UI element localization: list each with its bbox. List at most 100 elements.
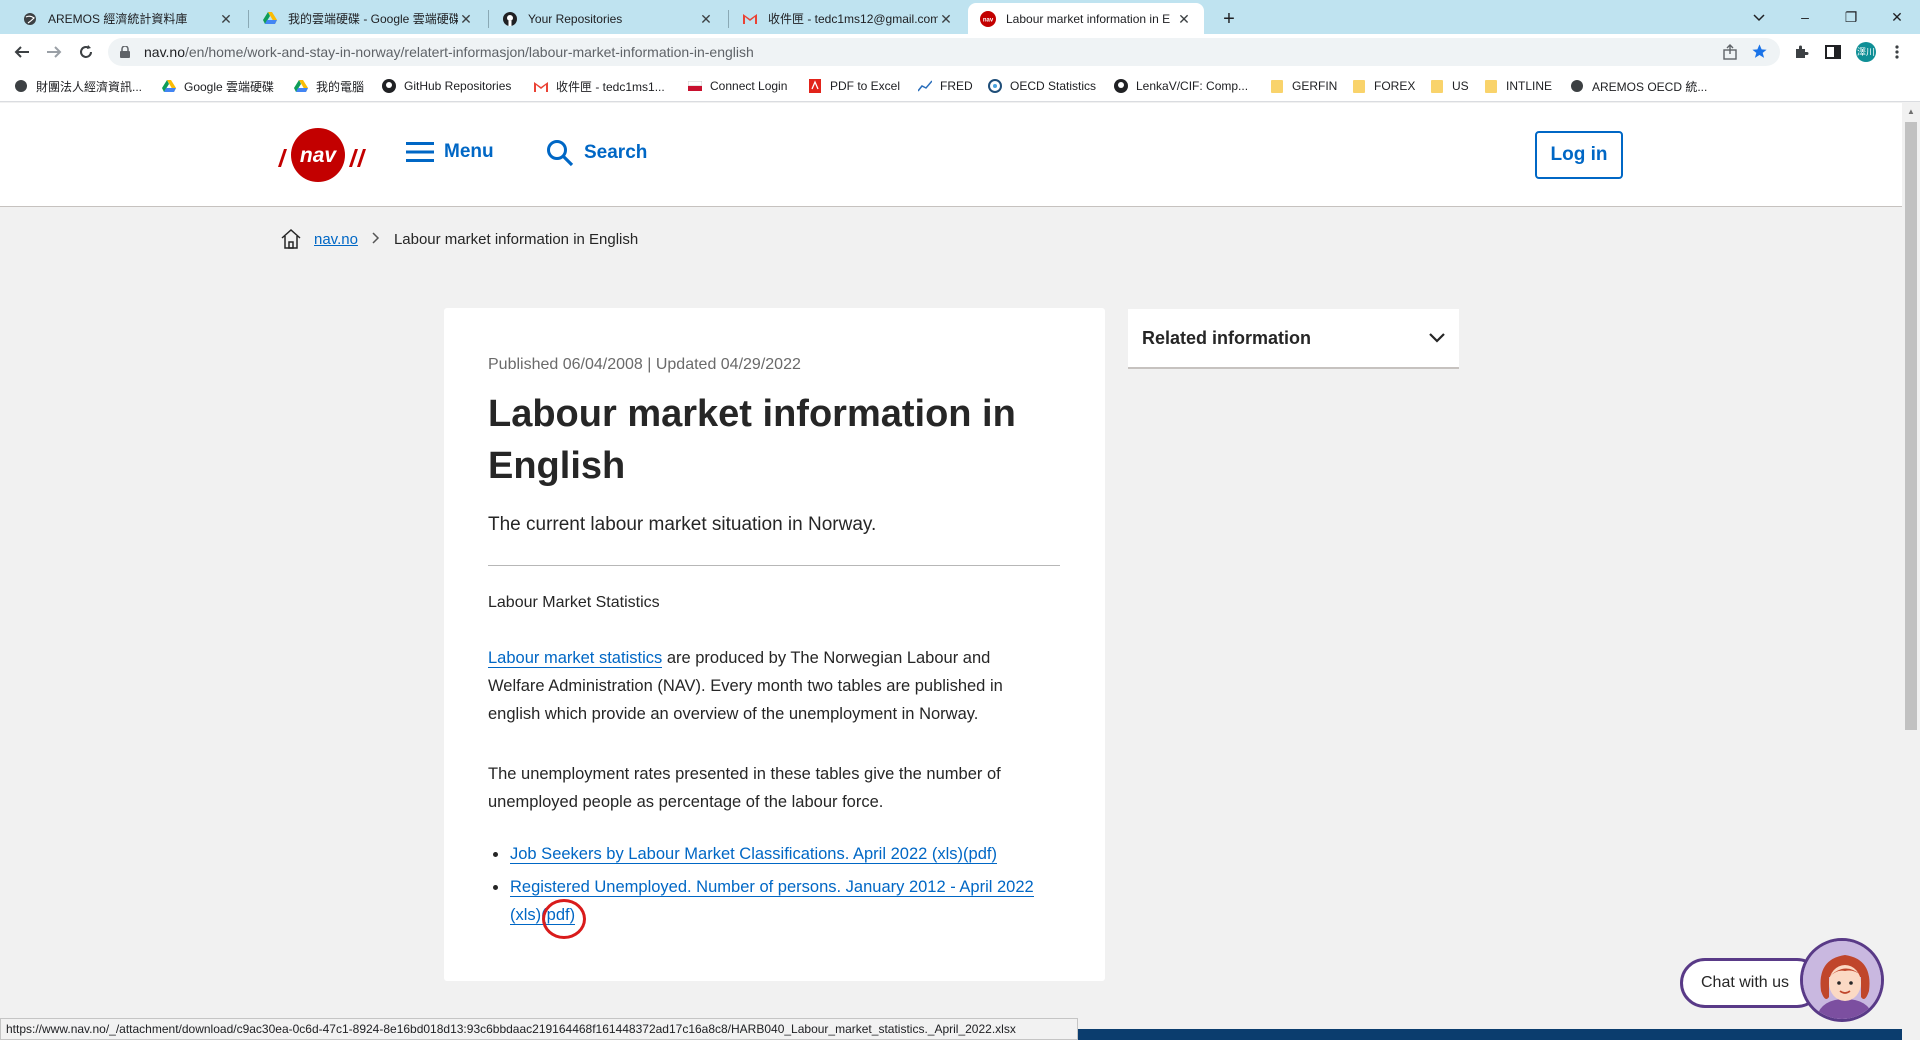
close-icon[interactable]: ✕ [218, 11, 234, 27]
bookmark-label: FRED [940, 79, 973, 93]
page-footer-strip [1078, 1029, 1902, 1040]
browser-tab-strip: AREMOS 經濟統計資料庫 ✕ 我的雲端硬碟 - Google 雲端硬碟 ✕ … [0, 0, 1920, 34]
breadcrumb-home-link[interactable]: nav.no [314, 231, 358, 248]
minimize-button[interactable]: – [1792, 4, 1818, 30]
restore-button[interactable]: ❐ [1838, 4, 1864, 30]
folder-icon [1352, 79, 1366, 93]
close-icon[interactable]: ✕ [698, 11, 714, 27]
scroll-up-arrow-icon[interactable]: ▲ [1905, 106, 1917, 118]
pdf-icon [808, 79, 822, 93]
bookmark-item[interactable]: Connect Login [688, 76, 787, 96]
bookmark-label: 財團法人經濟資訊... [36, 79, 143, 94]
article-ingress: The current labour market situation in N… [488, 514, 877, 535]
nav-icon: nav [980, 10, 996, 27]
svg-text:nav: nav [300, 144, 338, 167]
bookmark-label: INTLINE [1506, 79, 1553, 93]
nav-logo[interactable]: nav [278, 127, 366, 188]
back-button[interactable] [10, 40, 34, 64]
bookmark-item[interactable]: GitHub Repositories [382, 76, 511, 96]
job-seekers-link[interactable]: Job Seekers by Labour Market Classificat… [510, 845, 997, 864]
bookmark-label: Connect Login [710, 79, 788, 93]
bookmark-label: US [1452, 79, 1469, 93]
menu-label: Menu [444, 141, 494, 162]
page-title: Labour market information in English [488, 393, 1016, 487]
bookmark-label: GitHub Repositories [404, 79, 512, 93]
bookmark-folder[interactable]: GERFIN [1270, 76, 1337, 96]
menu-button[interactable]: Menu [406, 141, 494, 163]
scrollbar-thumb[interactable] [1905, 122, 1917, 730]
close-icon[interactable]: ✕ [938, 11, 954, 27]
section-heading: Labour Market Statistics [488, 594, 660, 611]
url-path: /en/home/work-and-stay-in-norway/relater… [185, 44, 754, 60]
bookmark-item[interactable]: AREMOS OECD 統... [1570, 76, 1707, 96]
forward-button[interactable] [42, 40, 66, 64]
close-icon[interactable]: ✕ [458, 11, 474, 27]
url-host: nav.no [144, 44, 185, 60]
breadcrumb: nav.no Labour market information in Engl… [280, 228, 638, 250]
chat-label: Chat with us [1701, 974, 1790, 991]
bookmark-item[interactable]: 財團法人經濟資訊... [14, 76, 142, 96]
login-button[interactable]: Log in [1535, 131, 1623, 179]
divider [488, 565, 1060, 566]
lock-icon[interactable] [120, 46, 134, 58]
bookmark-label: AREMOS OECD 統... [1592, 79, 1708, 94]
globe-icon [22, 11, 38, 27]
related-information-label: Related information [1142, 327, 1312, 348]
labour-market-statistics-link[interactable]: Labour market statistics [488, 649, 663, 668]
extensions-icon[interactable] [1790, 41, 1812, 63]
github-icon [1114, 79, 1128, 93]
folder-icon [1270, 79, 1284, 93]
bookmark-label: GERFIN [1292, 79, 1338, 93]
bookmark-label: 我的電腦 [316, 79, 365, 94]
chevron-down-icon[interactable] [1746, 4, 1772, 30]
bookmark-folder[interactable]: US [1430, 76, 1469, 96]
folder-icon [1430, 79, 1444, 93]
bookmark-folder[interactable]: FOREX [1352, 76, 1415, 96]
address-bar[interactable]: nav.no/en/home/work-and-stay-in-norway/r… [108, 38, 1780, 66]
globe-icon [14, 79, 28, 93]
side-panel-icon[interactable] [1822, 41, 1844, 63]
github-icon [502, 11, 518, 27]
gmail-icon [534, 79, 548, 93]
github-icon [382, 79, 396, 93]
annotation-circle [542, 899, 586, 939]
bookmark-item[interactable]: 收件匣 - tedc1ms1... [534, 76, 665, 96]
bookmark-item[interactable]: OECD Statistics [988, 76, 1096, 96]
google-drive-icon [294, 79, 308, 93]
globe-icon [1570, 79, 1584, 93]
bookmark-item[interactable]: Google 雲端硬碟 [162, 76, 274, 96]
browser-tab-active[interactable]: nav Labour market information in E ✕ [968, 3, 1204, 34]
browser-tab[interactable]: Your Repositories ✕ [490, 3, 726, 34]
related-information-toggle[interactable]: Related information [1128, 309, 1459, 369]
kebab-menu-icon[interactable] [1886, 41, 1908, 63]
chat-avatar[interactable] [1800, 938, 1884, 1022]
search-button[interactable]: Search [546, 139, 647, 167]
google-drive-icon [162, 79, 176, 93]
browser-toolbar: nav.no/en/home/work-and-stay-in-norway/r… [0, 34, 1920, 70]
new-tab-button[interactable]: + [1216, 6, 1242, 32]
browser-tab[interactable]: 收件匣 - tedc1ms12@gmail.com ✕ [730, 3, 966, 34]
tab-title: 收件匣 - tedc1ms12@gmail.com [768, 12, 938, 26]
home-icon [280, 228, 302, 250]
bookmark-item[interactable]: PDF to Excel [808, 76, 900, 96]
share-icon[interactable] [1722, 44, 1738, 63]
profile-avatar[interactable]: 澤川 [1856, 42, 1876, 62]
window-close-button[interactable]: ✕ [1884, 4, 1910, 30]
bookmark-folder[interactable]: INTLINE [1484, 76, 1552, 96]
browser-tab[interactable]: AREMOS 經濟統計資料庫 ✕ [10, 3, 246, 34]
hamburger-icon [406, 141, 434, 163]
bookmark-item[interactable]: FRED [918, 76, 973, 96]
bookmark-item[interactable]: 我的電腦 [294, 76, 364, 96]
link-text: Registered Unemployed. Number of persons… [510, 878, 1034, 896]
xls-download-link[interactable]: (xls) [510, 906, 541, 924]
reload-button[interactable] [74, 40, 98, 64]
bookmark-item[interactable]: LenkaV/CIF: Comp... [1114, 76, 1248, 96]
flag-icon [688, 79, 702, 93]
tab-title: 我的雲端硬碟 - Google 雲端硬碟 [288, 12, 458, 26]
close-icon[interactable]: ✕ [1176, 11, 1192, 27]
bookmarks-bar: 財團法人經濟資訊... Google 雲端硬碟 我的電腦 GitHub Repo… [0, 70, 1920, 102]
browser-tab[interactable]: 我的雲端硬碟 - Google 雲端硬碟 ✕ [250, 3, 486, 34]
bookmark-star-icon[interactable] [1751, 43, 1768, 63]
paragraph: The unemployment rates presented in thes… [488, 765, 1001, 811]
registered-unemployed-link[interactable]: Registered Unemployed. Number of persons… [510, 878, 1034, 925]
